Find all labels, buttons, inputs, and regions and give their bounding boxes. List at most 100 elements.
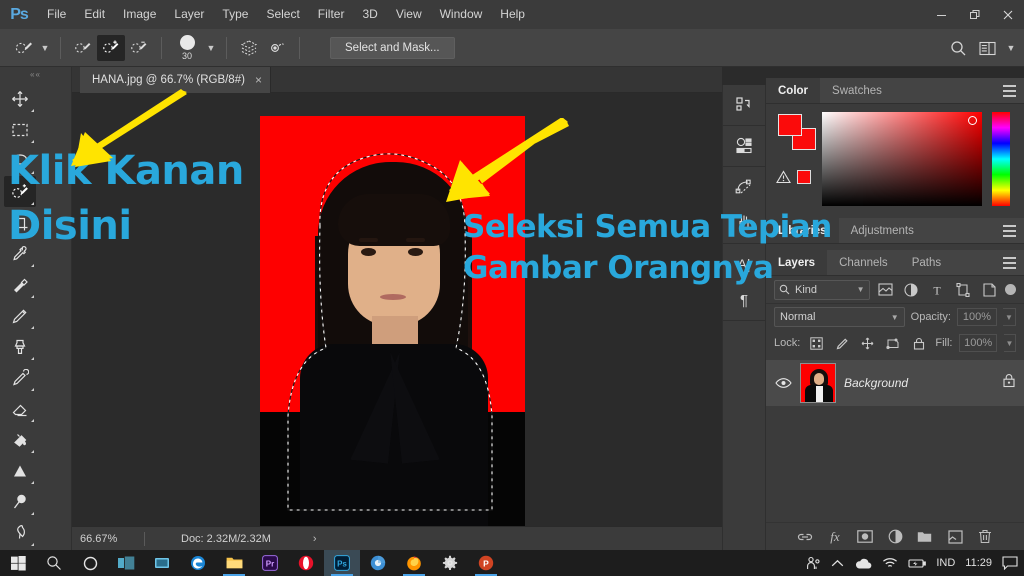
search-icon[interactable] [944,35,972,61]
restore-icon[interactable] [958,0,991,29]
document-tab[interactable]: HANA.jpg @ 66.7% (RGB/8#) × [80,67,271,93]
add-layer-mask-icon[interactable] [857,528,874,545]
cortana-button[interactable] [72,550,108,576]
new-group-icon[interactable] [917,528,934,545]
filter-type-icon[interactable]: T [927,280,947,300]
brush-size-preview[interactable]: 30 [170,32,204,64]
hue-slider[interactable] [992,112,1010,206]
layer-locked-icon[interactable] [1002,373,1016,393]
sample-all-layers-icon[interactable] [235,35,263,61]
premiere-pro-button[interactable]: Pr [252,550,288,576]
filter-smart-object-icon[interactable] [979,280,999,300]
firefox-button[interactable] [396,550,432,576]
history-brush-tool[interactable] [4,362,36,393]
color-panel-foreground-swatch[interactable] [778,114,802,136]
tool-preset-picker[interactable] [10,35,38,61]
selection-add-icon[interactable] [97,34,125,61]
minimize-icon[interactable] [925,0,958,29]
new-fill-adjustment-layer-icon[interactable] [887,528,904,545]
libraries-panel-menu-icon[interactable] [1003,225,1016,237]
table-row[interactable]: Background [766,360,1024,406]
workspace-chevron-down-icon[interactable]: ▼ [1004,35,1018,61]
color-field[interactable] [822,112,982,206]
chevron-down-icon[interactable]: ▼ [891,313,899,322]
move-tool[interactable] [4,83,36,114]
tab-adjustments[interactable]: Adjustments [839,218,926,243]
tab-layers[interactable]: Layers [766,250,828,275]
chevron-down-icon[interactable]: ▼ [857,285,865,294]
lock-transparent-pixels-icon[interactable] [807,333,826,353]
fill-slider-chevron-icon[interactable]: ▼ [1003,334,1016,352]
start-button[interactable] [0,550,36,576]
zoom-level-field[interactable]: 66.67% [72,533,144,545]
pen-tool[interactable] [4,517,36,548]
menu-filter[interactable]: Filter [309,0,354,29]
link-layers-icon[interactable] [797,528,814,545]
tools-panel-collapse-handle[interactable]: «« [0,67,71,81]
tab-channels[interactable]: Channels [827,250,900,275]
fill-value[interactable]: 100% [959,334,997,352]
gradient-tool[interactable] [4,424,36,455]
language-indicator[interactable]: IND [936,557,955,569]
menu-file[interactable]: File [38,0,75,29]
history-panel-icon[interactable] [731,92,757,118]
status-expand-arrow-icon[interactable]: › [313,533,317,545]
file-explorer-button[interactable] [216,550,252,576]
clock[interactable]: 11:29 [965,557,992,569]
layers-panel-menu-icon[interactable] [1003,257,1016,269]
settings-button[interactable] [432,550,468,576]
menu-window[interactable]: Window [431,0,492,29]
powerpoint-button[interactable]: P [468,550,504,576]
workspace-switcher-icon[interactable] [974,35,1002,61]
properties-panel-icon[interactable] [731,133,757,159]
lock-artboard-icon[interactable] [884,333,903,353]
brush-tool[interactable] [4,300,36,331]
menu-type[interactable]: Type [213,0,257,29]
menu-view[interactable]: View [387,0,431,29]
onedrive-cloud-icon[interactable] [854,558,872,569]
eraser-tool[interactable] [4,393,36,424]
tab-color[interactable]: Color [766,78,821,103]
lock-all-icon[interactable] [910,333,929,353]
brush-preset-chevron-down-icon[interactable]: ▼ [204,35,218,61]
close-icon[interactable] [991,0,1024,29]
menu-select[interactable]: Select [257,0,308,29]
color-panel-menu-icon[interactable] [1003,85,1016,97]
menu-3d[interactable]: 3D [353,0,386,29]
search-button[interactable] [36,550,72,576]
paragraph-panel-icon[interactable]: ¶ [731,287,757,313]
new-layer-icon[interactable] [947,528,964,545]
tool-preset-chevron-down-icon[interactable]: ▼ [38,35,52,61]
select-and-mask-button[interactable]: Select and Mask... [330,36,455,59]
portrait-photo-red-background[interactable] [260,116,525,526]
people-icon[interactable] [805,556,821,571]
menu-layer[interactable]: Layer [165,0,213,29]
battery-icon[interactable] [908,558,927,569]
menu-edit[interactable]: Edit [75,0,114,29]
lock-position-icon[interactable] [859,333,878,353]
brush-settings-icon[interactable] [263,35,291,61]
edge-button[interactable] [180,550,216,576]
filter-toggle[interactable] [1005,284,1017,295]
dodge-tool[interactable] [4,486,36,517]
layer-name[interactable]: Background [844,376,908,390]
wifi-icon[interactable] [882,557,898,569]
blur-tool[interactable] [4,455,36,486]
close-icon[interactable]: × [255,73,262,87]
task-view-button[interactable] [108,550,144,576]
layer-visibility-eye-icon[interactable] [774,377,792,389]
layer-filter-kind-select[interactable]: Kind ▼ [774,279,870,300]
tab-swatches[interactable]: Swatches [820,78,894,103]
paths-panel-icon[interactable] [731,174,757,200]
selection-subtract-icon[interactable] [125,35,153,61]
selection-new-icon[interactable] [69,35,97,61]
rectangular-marquee-tool[interactable] [4,114,36,145]
spot-healing-brush-tool[interactable] [4,269,36,300]
layer-thumbnail[interactable] [800,363,836,403]
filter-shape-icon[interactable] [953,280,973,300]
chrome-button[interactable] [360,550,396,576]
color-field-selector-ring[interactable] [968,116,977,125]
gamut-replacement-swatch[interactable] [797,170,811,184]
action-center-icon[interactable] [1002,556,1018,570]
lock-image-pixels-icon[interactable] [833,333,852,353]
